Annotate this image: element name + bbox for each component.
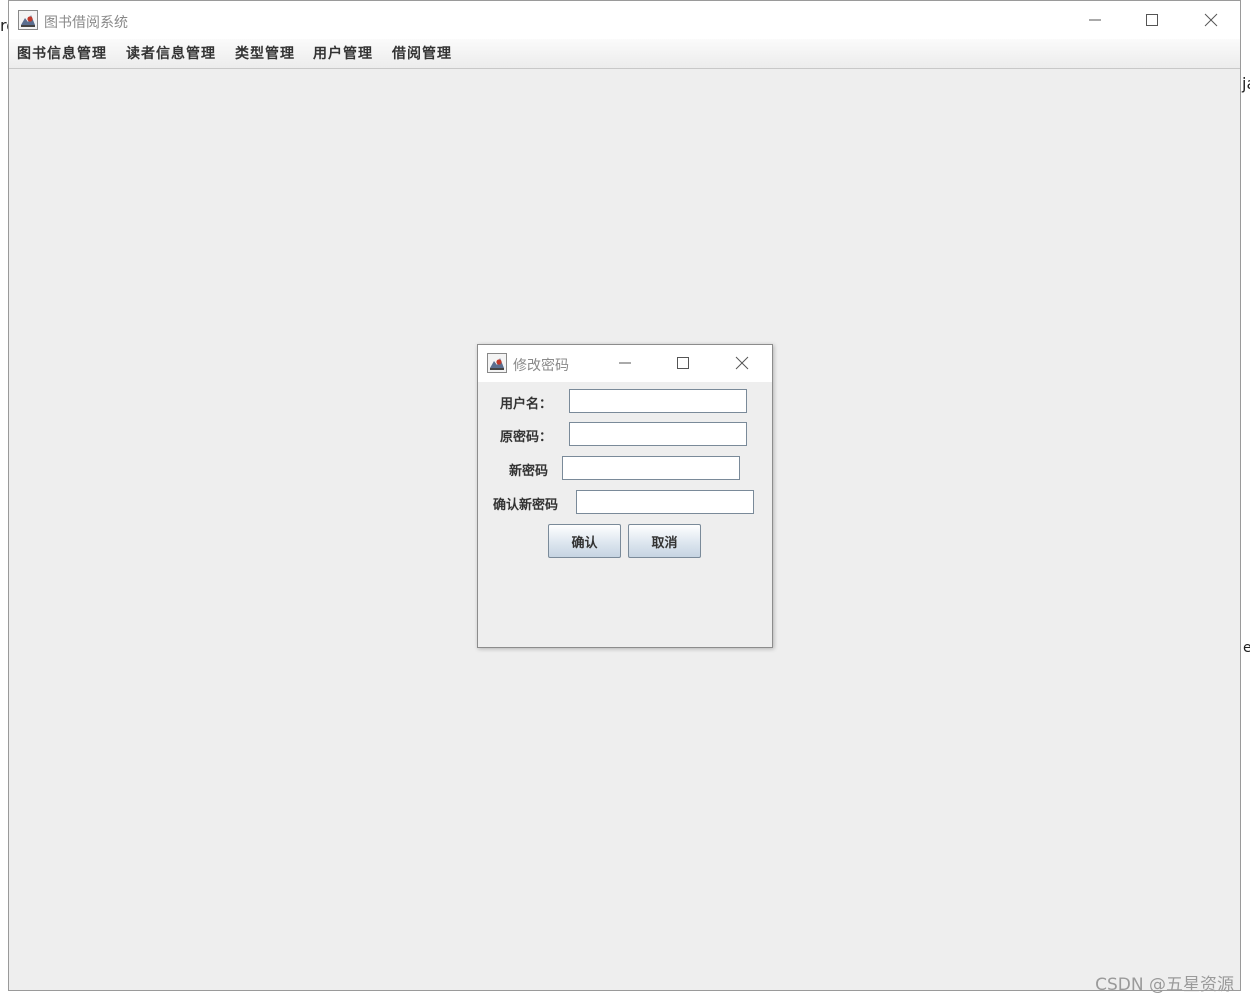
main-titlebar[interactable]: 图书借阅系统 bbox=[9, 1, 1240, 39]
minimize-button[interactable] bbox=[1072, 2, 1118, 38]
background-text-fragment: ja bbox=[1242, 74, 1250, 93]
confirm-password-input[interactable] bbox=[576, 490, 754, 514]
menu-borrow-management[interactable]: 借阅管理 bbox=[392, 43, 452, 63]
confirm-button[interactable]: 确认 bbox=[548, 524, 621, 558]
confirm-password-label: 确认新密码 bbox=[493, 498, 559, 513]
cancel-button[interactable]: 取消 bbox=[628, 524, 701, 558]
maximize-icon bbox=[677, 357, 689, 369]
minimize-icon bbox=[619, 362, 631, 364]
new-password-label: 新密码 bbox=[509, 464, 549, 479]
new-password-input[interactable] bbox=[562, 456, 740, 480]
background-text-fragment: e bbox=[1243, 640, 1250, 656]
change-password-dialog: 修改密码 用户名： 原密码： 新密码 确认新密码 确认 取消 bbox=[477, 344, 773, 648]
dialog-title: 修改密码 bbox=[513, 358, 569, 374]
old-password-input[interactable] bbox=[569, 422, 747, 446]
old-password-label: 原密码： bbox=[500, 430, 553, 445]
maximize-button[interactable] bbox=[1129, 2, 1175, 38]
java-coffee-icon bbox=[487, 353, 507, 373]
maximize-icon bbox=[1146, 14, 1158, 26]
menu-book-info[interactable]: 图书信息管理 bbox=[17, 43, 107, 63]
minimize-icon bbox=[1089, 19, 1101, 21]
menu-reader-info[interactable]: 读者信息管理 bbox=[126, 43, 216, 63]
dialog-minimize-button[interactable] bbox=[602, 345, 648, 381]
menu-type-management[interactable]: 类型管理 bbox=[235, 43, 295, 63]
username-label: 用户名： bbox=[500, 397, 553, 412]
username-input[interactable] bbox=[569, 389, 747, 413]
close-icon bbox=[735, 356, 749, 370]
menu-bar: 图书信息管理 读者信息管理 类型管理 用户管理 借阅管理 bbox=[9, 39, 1240, 69]
close-icon bbox=[1204, 13, 1218, 27]
watermark: CSDN @五星资源 bbox=[1095, 975, 1234, 995]
dialog-close-button[interactable] bbox=[719, 345, 765, 381]
main-window-title: 图书借阅系统 bbox=[44, 15, 128, 31]
dialog-titlebar[interactable]: 修改密码 bbox=[478, 345, 772, 382]
menu-user-management[interactable]: 用户管理 bbox=[313, 43, 373, 63]
close-button[interactable] bbox=[1188, 2, 1234, 38]
dialog-maximize-button[interactable] bbox=[660, 345, 706, 381]
java-coffee-icon bbox=[18, 10, 38, 30]
